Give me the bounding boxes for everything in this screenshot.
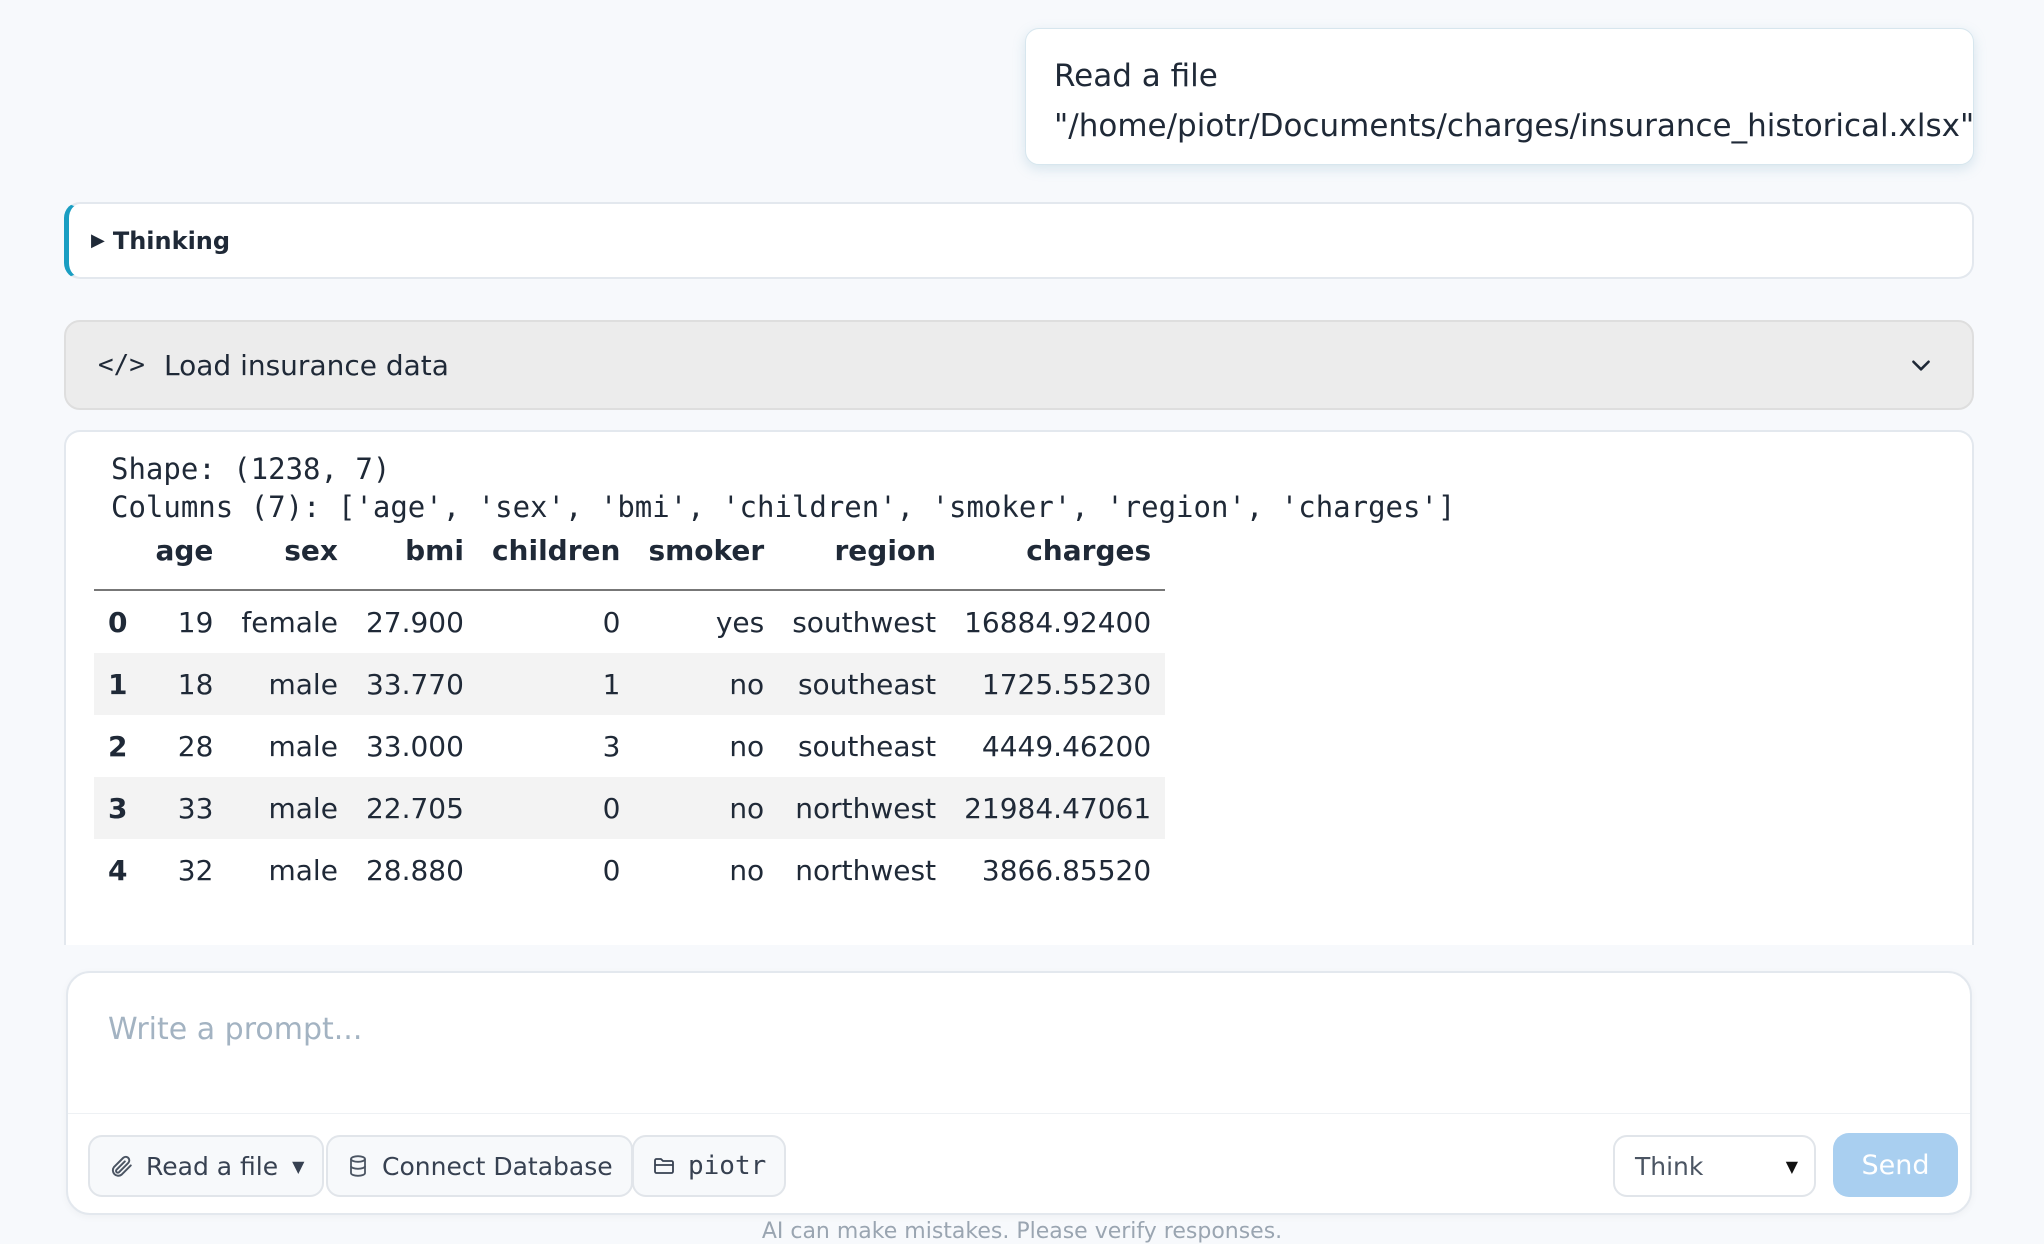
mode-select[interactable]: Think ▼: [1613, 1135, 1816, 1197]
column-header: children: [491, 534, 621, 567]
composer-divider: [68, 1113, 1970, 1114]
read-file-label: Read a file: [146, 1151, 279, 1181]
table-cell: 33: [177, 791, 214, 825]
tool-call-title: Load insurance data: [164, 348, 449, 382]
table-row: 4 32 male 28.880 0 no northwest 3866.855…: [94, 839, 1165, 901]
table-cell: yes: [715, 605, 765, 639]
table-cell: 3: [602, 729, 621, 763]
table-row: 2 28 male 33.000 3 no southeast 4449.462…: [94, 715, 1165, 777]
user-message-line-2: "/home/piotr/Documents/charges/insurance…: [1054, 108, 1975, 144]
read-file-button[interactable]: Read a file ▼: [88, 1135, 325, 1197]
table-cell: 18: [177, 667, 214, 701]
row-index: 4: [108, 853, 128, 887]
column-header: region: [834, 534, 937, 567]
table-cell: 21984.47061: [964, 791, 1152, 825]
row-index: 3: [108, 791, 128, 825]
table-cell: 0: [602, 605, 621, 639]
column-header: charges: [1026, 534, 1152, 567]
table-cell: 27.900: [365, 605, 464, 639]
column-header: smoker: [648, 534, 765, 567]
table-cell: 1725.55230: [981, 667, 1152, 701]
table-cell: male: [268, 791, 338, 825]
code-icon: </>: [98, 350, 145, 380]
user-message-line-1: Read a file: [1054, 58, 1218, 94]
row-index: 0: [108, 605, 128, 639]
column-header: sex: [284, 534, 338, 567]
table-header-row: age sex bmi children smoker region charg…: [94, 534, 1166, 590]
mode-select-value: Think: [1635, 1151, 1704, 1181]
table-cell: 33.770: [365, 667, 464, 701]
folder-icon: [654, 1158, 674, 1174]
caret-down-icon: ▼: [1785, 1156, 1798, 1176]
table-cell: 1: [602, 667, 621, 701]
folder-button[interactable]: piotr: [632, 1135, 787, 1197]
table-cell: male: [268, 853, 338, 887]
shape-line: Shape: (1238, 7): [111, 452, 391, 486]
columns-line: Columns (7): ['age', 'sex', 'bmi', 'chil…: [111, 490, 1456, 524]
tool-call-header[interactable]: </> Load insurance data: [64, 320, 1974, 410]
table-cell: 0: [602, 791, 621, 825]
column-header: bmi: [405, 534, 464, 567]
table-cell: northwest: [795, 791, 937, 825]
user-message: Read a file "/home/piotr/Documents/charg…: [1025, 28, 1974, 165]
table-cell: no: [729, 667, 765, 701]
chevron-down-icon[interactable]: [1908, 352, 1934, 378]
table-cell: 16884.92400: [964, 605, 1152, 639]
column-header: age: [155, 534, 214, 567]
disclaimer-text: AI can make mistakes. Please verify resp…: [761, 1219, 1283, 1244]
row-index: 1: [108, 667, 128, 701]
table-cell: 4449.46200: [981, 729, 1152, 763]
column-header: [94, 534, 141, 590]
database-icon: [350, 1155, 366, 1177]
table-cell: 19: [177, 605, 214, 639]
thinking-label: Thinking: [112, 226, 231, 255]
paperclip-icon: [111, 1155, 132, 1177]
table-cell: northwest: [795, 853, 937, 887]
table-cell: 22.705: [365, 791, 464, 825]
row-index: 2: [108, 729, 128, 763]
table-cell: 32: [177, 853, 214, 887]
prompt-composer: Read a file ▼ Connect Database piotr Thi…: [66, 971, 1972, 1215]
table-cell: southeast: [797, 729, 937, 763]
table-cell: male: [268, 729, 338, 763]
table-cell: female: [241, 605, 338, 639]
table-cell: no: [729, 729, 765, 763]
send-button[interactable]: Send: [1833, 1133, 1958, 1197]
table-cell: 0: [602, 853, 621, 887]
caret-down-icon: ▼: [292, 1156, 305, 1176]
dataframe-table: age sex bmi children smoker region charg…: [94, 534, 1166, 901]
table-cell: 28.880: [365, 853, 464, 887]
table-row: 0 19 female 27.900 0 yes southwest 16884…: [94, 590, 1165, 653]
table-cell: 28: [177, 729, 214, 763]
table-cell: no: [729, 853, 765, 887]
table-cell: male: [268, 667, 338, 701]
table-cell: no: [729, 791, 765, 825]
table-cell: 3866.85520: [981, 853, 1152, 887]
connect-database-label: Connect Database: [382, 1151, 613, 1181]
table-row: 1 18 male 33.770 1 no southeast 1725.552…: [94, 653, 1166, 715]
folder-label: piotr: [688, 1151, 767, 1181]
thinking-toggle[interactable]: ▶ Thinking: [64, 202, 1974, 279]
connect-database-button[interactable]: Connect Database: [326, 1135, 633, 1197]
table-cell: southwest: [792, 605, 937, 639]
tool-output: Shape: (1238, 7) Columns (7): ['age', 's…: [64, 430, 1974, 945]
table-cell: southeast: [797, 667, 937, 701]
triangle-right-icon: ▶: [91, 230, 105, 251]
table-row: 3 33 male 22.705 0 no northwest 21984.47…: [94, 777, 1166, 839]
prompt-input[interactable]: [106, 1003, 1910, 1055]
table-cell: 33.000: [365, 729, 464, 763]
